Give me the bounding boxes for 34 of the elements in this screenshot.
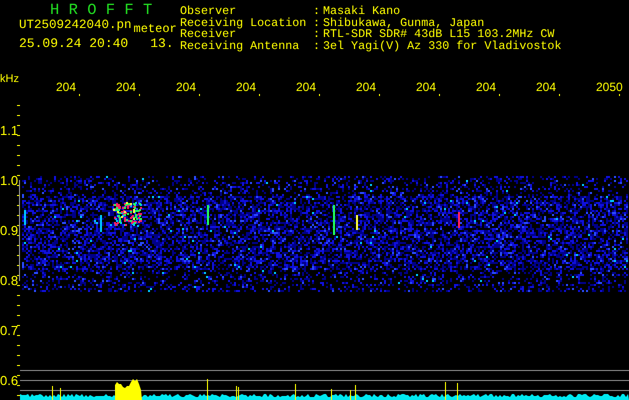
timestamp: 25.09.24 20:40	[19, 36, 128, 50]
info-label: Receiver	[180, 29, 236, 40]
info-value: 3el Yagi(V) Az 330 for Vladivostok	[323, 40, 562, 52]
y-axis-label: 0.6	[0, 373, 18, 388]
x-axis-label: 204	[536, 80, 556, 94]
info-value: Masaki Kano	[323, 6, 400, 18]
file-name: UT2509242040.pn	[19, 18, 132, 34]
x-axis-label: 204	[176, 80, 196, 94]
event-count: 13.	[150, 36, 174, 50]
x-axis-label: 204	[296, 80, 316, 94]
event-type: meteor	[134, 21, 177, 36]
info-label: Receiving Location	[180, 18, 308, 29]
y-axis-label: 1.1	[0, 123, 18, 138]
x-axis-label: 204	[56, 80, 76, 94]
info-separator: :	[313, 18, 322, 29]
info-separator: :	[313, 29, 322, 40]
info-label: Observer	[180, 6, 236, 18]
x-axis-label: 204	[236, 80, 256, 94]
y-axis-label: 0.7	[0, 323, 18, 338]
info-label: Receiving Antenna	[180, 40, 300, 52]
x-axis-label: 2050	[596, 80, 623, 94]
y-axis-label: 0.8	[0, 273, 18, 288]
info-separator: :	[313, 40, 322, 52]
info-value: Shibukawa, Gunma, Japan	[323, 18, 484, 29]
x-axis-label: 204	[476, 80, 496, 94]
x-axis-label: 204	[116, 80, 136, 94]
info-value: RTL-SDR SDR# 43dB L15 103.2MHz CW	[323, 29, 554, 40]
x-axis-label: 204	[416, 80, 436, 94]
x-axis-label: 204	[356, 80, 376, 94]
axis-unit: kHz	[0, 73, 19, 85]
info-separator: :	[313, 6, 322, 18]
y-axis-label: 1.0	[0, 173, 18, 188]
app-title: H R O F F T	[49, 0, 154, 18]
y-axis-label: 0.9	[0, 223, 18, 238]
